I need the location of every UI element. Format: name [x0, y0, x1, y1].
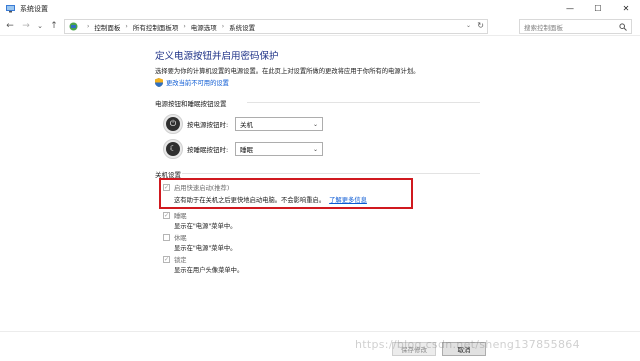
search-box[interactable]: 搜索控制面板 [519, 19, 632, 34]
hibernate-label: 休眠 [174, 235, 187, 242]
lock-checkbox-row[interactable]: ✓ 锁定 [163, 255, 187, 264]
sleep-button-select[interactable]: 睡眠 ⌄ [235, 142, 323, 156]
change-unavailable-settings-link[interactable]: 更改当前不可用的设置 [166, 78, 229, 87]
sleep-checkbox[interactable]: ✓ [163, 212, 170, 219]
change-settings-link-row[interactable]: 更改当前不可用的设置 [155, 78, 229, 87]
breadcrumb-all-items[interactable]: 所有控制面板项 [133, 22, 179, 32]
maximize-button[interactable]: ☐ [584, 0, 612, 17]
lock-label: 锁定 [174, 257, 187, 264]
search-icon[interactable] [619, 22, 627, 31]
sleep-button-label: 按睡眠按钮时: [187, 146, 229, 154]
up-button[interactable]: ↑ [48, 19, 60, 33]
chevron-down-icon: ⌄ [312, 145, 318, 153]
breadcrumb-control-panel[interactable]: 控制面板 [94, 22, 120, 32]
breadcrumb-separator: › [221, 23, 225, 30]
hibernate-checkbox-row[interactable]: 休眠 [163, 233, 187, 242]
shield-icon [155, 78, 163, 87]
breadcrumb-separator: › [183, 23, 186, 30]
sleep-button-value: 睡眠 [240, 146, 253, 154]
page-description: 选择要为你的计算机设置的电源设置。在此页上对设置所做的更改将应用于你所有的电源计… [155, 68, 420, 75]
sleep-checkbox-row[interactable]: ✓ 睡眠 [163, 211, 187, 220]
back-button[interactable]: ← [4, 19, 16, 33]
sleep-label: 睡眠 [174, 213, 187, 220]
minimize-button[interactable]: — [556, 0, 584, 17]
power-button-label: 按电源按钮时: [187, 121, 229, 129]
control-panel-icon [6, 5, 15, 13]
lock-description: 显示在用户头像菜单中。 [174, 267, 244, 274]
control-panel-icon [69, 22, 78, 31]
red-highlight-box [159, 178, 413, 209]
watermark: https://blog.csdn.net/sheng137855864 [355, 338, 580, 351]
power-buttons-section-title: 电源按钮和睡眠按钮设置 [155, 100, 227, 108]
search-input[interactable]: 搜索控制面板 [524, 22, 563, 32]
recent-locations-button[interactable]: ⌄ [34, 19, 46, 33]
section-divider [182, 173, 480, 174]
power-button-row: ⏻ 按电源按钮时: 关机 ⌄ [163, 114, 323, 134]
address-dropdown-icon[interactable]: ⌄ [466, 22, 471, 29]
refresh-icon[interactable]: ↻ [477, 21, 484, 30]
power-icon: ⏻ [163, 114, 183, 134]
power-button-value: 关机 [240, 121, 253, 129]
window-title: 系统设置 [20, 5, 48, 13]
close-button[interactable]: ✕ [612, 0, 640, 17]
chevron-down-icon: ⌄ [312, 120, 318, 128]
lock-checkbox[interactable]: ✓ [163, 256, 170, 263]
moon-icon: ☾ [163, 139, 183, 159]
sleep-button-row: ☾ 按睡眠按钮时: 睡眠 ⌄ [163, 139, 323, 159]
breadcrumb-system-settings[interactable]: 系统设置 [229, 22, 255, 32]
breadcrumb[interactable]: › 控制面板 › 所有控制面板项 › 电源选项 › 系统设置 ⌄ ↻ [64, 19, 488, 34]
section-divider [247, 102, 480, 103]
breadcrumb-power-options[interactable]: 电源选项 [191, 22, 217, 32]
breadcrumb-separator: › [125, 23, 128, 30]
forward-button[interactable]: → [20, 19, 32, 33]
address-bar: ← → ⌄ ↑ › 控制面板 › 所有控制面板项 › 电源选项 › 系统设置 ⌄… [0, 17, 640, 36]
power-button-select[interactable]: 关机 ⌄ [235, 117, 323, 131]
page-title: 定义电源按钮并启用密码保护 [155, 51, 279, 62]
title-bar: 系统设置 — ☐ ✕ [0, 0, 640, 17]
breadcrumb-separator: › [87, 23, 90, 30]
hibernate-description: 显示在"电源"菜单中。 [174, 245, 237, 252]
sleep-description: 显示在"电源"菜单中。 [174, 223, 237, 230]
hibernate-checkbox[interactable] [163, 234, 170, 241]
